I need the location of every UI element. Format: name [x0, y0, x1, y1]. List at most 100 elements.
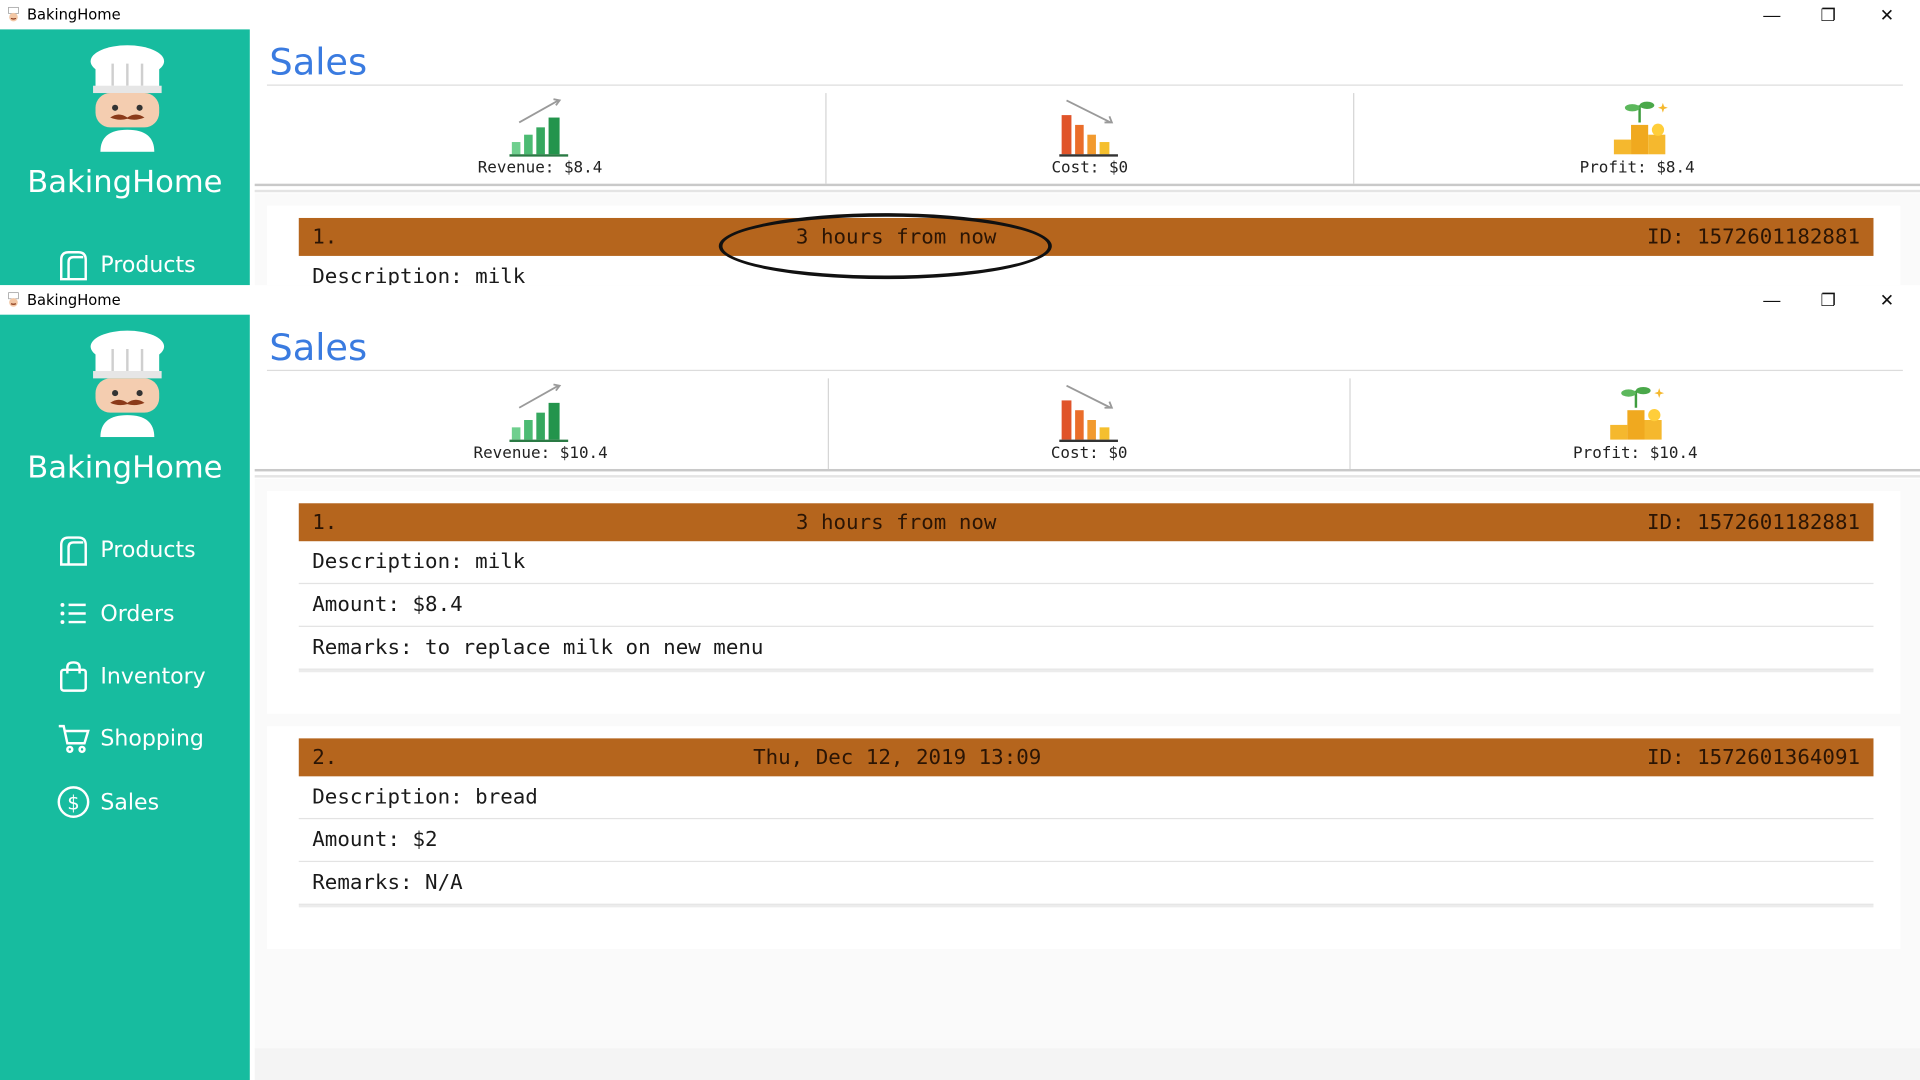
revenue-chart-icon	[509, 98, 569, 157]
sidebar-item-label: Sales	[100, 789, 160, 815]
sale-description: Description: bread	[298, 776, 1874, 820]
divider	[298, 904, 1874, 908]
sale-index: 1.	[312, 510, 338, 536]
cart-icon	[58, 724, 90, 754]
dollar-circle-icon: $	[57, 786, 90, 818]
sidebar-item-products[interactable]: Products	[56, 533, 196, 567]
revenue-stat: Revenue: $8.4	[255, 93, 826, 184]
sidebar-item-label: Products	[100, 251, 196, 278]
sale-index: 2.	[312, 745, 338, 771]
stats-bar: Revenue: $8.4 Cost: $0 Profit: $8.4	[254, 93, 1920, 187]
cost-stat: Cost: $0	[829, 378, 1349, 469]
revenue-chart-icon	[509, 383, 569, 443]
sale-description: Description: milk	[299, 256, 1874, 285]
sale-remarks: Remarks: to replace milk on new menu	[298, 627, 1874, 670]
app-chef-icon	[8, 6, 19, 22]
sale-description-text: Description: bread	[312, 784, 538, 810]
sale-amount: Amount: $2	[298, 819, 1874, 863]
sidebar-item-label: Shopping	[100, 725, 204, 752]
sale-time: 3 hours from now	[795, 510, 997, 536]
sidebar-item-label: Inventory	[100, 663, 206, 689]
sidebar-item-shopping[interactable]: Shopping	[56, 721, 204, 755]
page-title: Sales	[269, 326, 368, 370]
cost-chart-icon	[1059, 384, 1118, 443]
maximize-button[interactable]: ❐	[1800, 285, 1856, 314]
window-top: BakingHome — ❐ ✕ BakingHome Products Sal…	[0, 0, 1920, 286]
chef-logo-icon	[90, 330, 165, 438]
sales-list: 1. 3 hours from now ID: 1572601182881 De…	[254, 193, 1920, 286]
status-strip	[254, 1048, 1920, 1080]
page-title: Sales	[269, 41, 368, 85]
window-title: BakingHome	[26, 291, 121, 309]
revenue-stat: Revenue: $10.4	[255, 378, 827, 469]
cost-stat: Cost: $0	[827, 93, 1354, 184]
revenue-label: Revenue: $10.4	[473, 444, 608, 463]
divider	[254, 189, 1920, 193]
sale-header: 2. Thu, Dec 12, 2019 13:09 ID: 157260136…	[298, 738, 1874, 777]
sale-id: ID: 1572601182881	[1646, 510, 1861, 536]
stats-bar: Revenue: $10.4 Cost: $0 Profit: $10.4	[254, 378, 1920, 472]
sale-amount-text: Amount: $8.4	[312, 592, 463, 618]
revenue-label: Revenue: $8.4	[477, 159, 603, 178]
profit-coins-icon	[1610, 386, 1665, 440]
window-main: BakingHome — ❐ ✕ BakingHome Products Ord…	[0, 285, 1920, 1080]
products-icon	[60, 536, 87, 566]
annotation-ellipse	[718, 213, 1052, 280]
divider	[254, 475, 1920, 478]
orders-list-icon	[60, 602, 86, 625]
sidebar: BakingHome Products	[0, 29, 250, 286]
chef-logo-icon	[90, 45, 165, 152]
screenshot-frame: BakingHome — ❐ ✕ BakingHome Products Sal…	[0, 0, 1920, 1080]
sale-description: Description: milk	[298, 541, 1874, 585]
sidebar-item-inventory[interactable]: Inventory	[56, 659, 206, 693]
divider	[298, 669, 1874, 673]
sale-card[interactable]: 1. 3 hours from now ID: 1572601182881 De…	[266, 491, 1901, 714]
profit-label: Profit: $8.4	[1579, 159, 1695, 178]
brand-name: BakingHome	[27, 449, 223, 485]
sidebar-item-products[interactable]: Products	[56, 247, 196, 281]
profit-stat: Profit: $10.4	[1351, 378, 1920, 469]
minimize-button[interactable]: —	[1744, 285, 1800, 314]
minimize-button[interactable]: —	[1744, 0, 1800, 29]
profit-label: Profit: $10.4	[1573, 444, 1698, 463]
profit-stat: Profit: $8.4	[1354, 93, 1920, 184]
sale-id: ID: 1572601364091	[1646, 745, 1861, 771]
sale-remarks-text: Remarks: N/A	[312, 870, 463, 896]
sale-remarks: Remarks: N/A	[298, 862, 1874, 905]
sale-card[interactable]: 2. Thu, Dec 12, 2019 13:09 ID: 157260136…	[266, 726, 1901, 949]
close-button[interactable]: ✕	[1859, 285, 1915, 314]
sidebar-item-label: Orders	[100, 600, 175, 627]
brand-name: BakingHome	[27, 164, 223, 200]
sidebar-item-label: Products	[100, 536, 196, 563]
cost-label: Cost: $0	[1051, 159, 1129, 178]
maximize-button[interactable]: ❐	[1800, 0, 1856, 29]
sidebar-item-orders[interactable]: Orders	[56, 596, 175, 630]
cost-chart-icon	[1059, 99, 1118, 157]
products-icon	[60, 251, 87, 281]
divider	[266, 84, 1903, 86]
svg-text:$: $	[67, 791, 79, 814]
sale-description-text: Description: milk	[312, 264, 526, 286]
sale-amount: Amount: $8.4	[298, 584, 1874, 627]
divider	[266, 369, 1903, 372]
sale-remarks-text: Remarks: to replace milk on new menu	[312, 635, 764, 661]
sale-index: 1.	[312, 225, 338, 250]
close-button[interactable]: ✕	[1859, 0, 1915, 29]
sidebar-item-sales[interactable]: $ Sales	[56, 785, 159, 819]
profit-coins-icon	[1613, 101, 1668, 155]
window-title: BakingHome	[26, 6, 121, 24]
sale-description-text: Description: milk	[312, 549, 526, 575]
title-bar: BakingHome — ❐ ✕	[0, 0, 1920, 30]
sale-amount-text: Amount: $2	[312, 827, 438, 853]
sales-list: 1. 3 hours from now ID: 1572601182881 De…	[254, 478, 1920, 1049]
sale-time: Thu, Dec 12, 2019 13:09	[753, 745, 1042, 771]
shopping-bag-icon	[60, 661, 87, 692]
sale-header: 1. 3 hours from now ID: 1572601182881	[298, 217, 1874, 256]
sale-id: ID: 1572601182881	[1646, 225, 1861, 250]
title-bar: BakingHome — ❐ ✕	[0, 285, 1920, 315]
sale-card[interactable]: 1. 3 hours from now ID: 1572601182881 De…	[266, 205, 1901, 286]
sale-header: 1. 3 hours from now ID: 1572601182881	[298, 503, 1874, 542]
app-chef-icon	[8, 292, 19, 307]
cost-label: Cost: $0	[1050, 444, 1128, 463]
sidebar: BakingHome Products Orders Inventory Sho…	[0, 314, 250, 1080]
